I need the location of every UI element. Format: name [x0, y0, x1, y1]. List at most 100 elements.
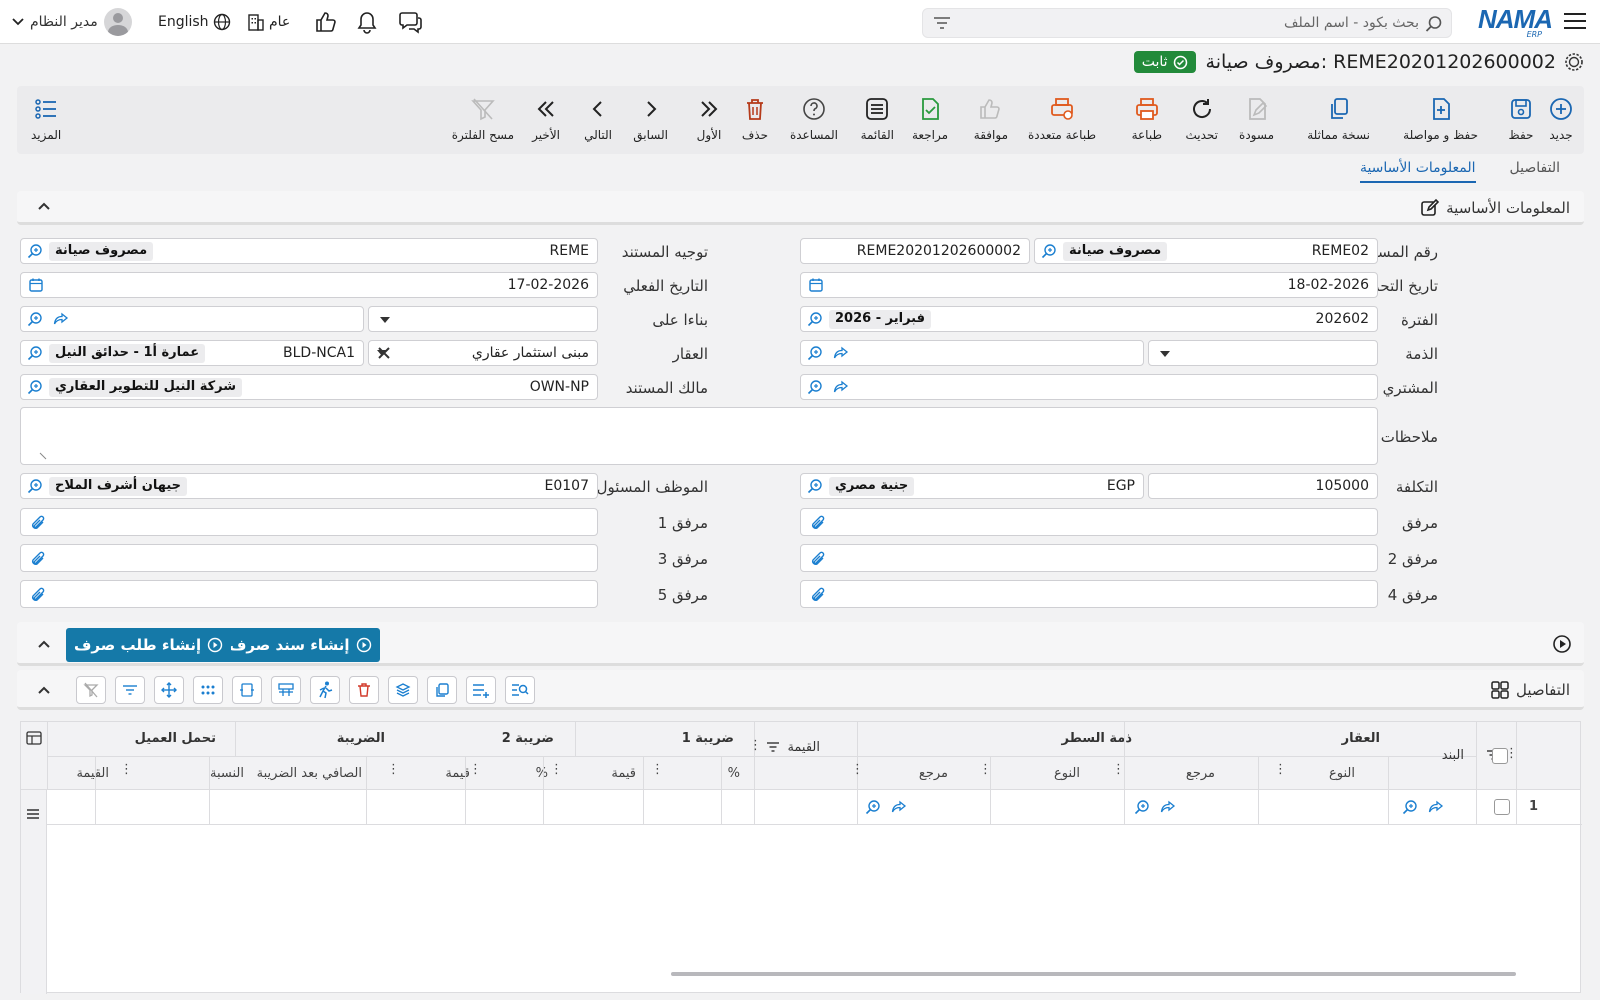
doc-number-field[interactable]: REME20201202600002 [800, 238, 1030, 264]
delete-row-icon[interactable] [349, 676, 379, 704]
save-continue-button[interactable]: حفظ و مواصلة [1403, 96, 1478, 142]
actual-date-field[interactable]: 17-02-2026 [20, 272, 598, 298]
account-field[interactable] [800, 340, 1144, 366]
language-selector[interactable]: English [158, 13, 231, 31]
column-menu-icon[interactable]: ⋮ [1274, 762, 1287, 777]
delete-button[interactable]: حذف [742, 96, 768, 142]
collapse-icon[interactable] [37, 639, 51, 649]
doc-type-field[interactable]: REME02 مصروف صيانة [1034, 238, 1378, 264]
column-menu-icon[interactable]: ⋮ [550, 762, 563, 777]
company-selector[interactable]: عام [247, 13, 290, 31]
print-button[interactable]: طباعة [1132, 96, 1162, 142]
edit-date-field[interactable]: 18-02-2026 [800, 272, 1378, 298]
menu-icon[interactable] [1564, 11, 1586, 31]
search-box[interactable] [922, 8, 1452, 38]
duplicate-button[interactable]: نسخة مماثلة [1307, 96, 1370, 142]
list-button[interactable]: القائمة [861, 96, 894, 142]
search-plus-icon[interactable] [1041, 243, 1057, 259]
clear-filter-button[interactable]: مسح الفلترة [452, 96, 514, 142]
attachment-5-field[interactable] [20, 580, 598, 608]
period-field[interactable]: 202602 2026 - فبراير [800, 306, 1378, 332]
search-plus-icon[interactable] [27, 478, 43, 494]
clear-filter-icon[interactable] [76, 676, 106, 704]
account-type-select[interactable] [1148, 340, 1378, 366]
last-button[interactable]: الأخير [532, 96, 560, 142]
resize-handle-icon[interactable] [39, 452, 47, 460]
share-arrow-icon[interactable] [1428, 800, 1444, 814]
draft-button[interactable]: مسودة [1239, 96, 1274, 142]
search-plus-icon[interactable] [27, 379, 43, 395]
search-plus-icon[interactable] [807, 311, 823, 327]
paperclip-icon[interactable] [29, 550, 47, 568]
employee-field[interactable]: E0107 جيهان أشرف الملاح [20, 473, 598, 499]
create-request-button[interactable]: إنشاء طلب صرف [66, 628, 232, 662]
approve-button[interactable]: موافقة [974, 96, 1008, 142]
table-insert-icon[interactable] [271, 676, 301, 704]
cost-field[interactable]: 105000 [1148, 473, 1378, 499]
user-menu[interactable]: مدير النظام [12, 8, 132, 36]
collapse-icon[interactable] [37, 201, 51, 211]
create-voucher-button[interactable]: إنشاء سند صرف [221, 628, 380, 662]
more-button[interactable]: المزيد [31, 96, 61, 142]
search-plus-icon[interactable] [1402, 799, 1418, 815]
table-row[interactable]: 1 [47, 790, 1582, 825]
filter-icon[interactable] [115, 676, 145, 704]
paperclip-icon[interactable] [29, 586, 47, 604]
save-button[interactable]: حفظ [1508, 96, 1534, 142]
share-arrow-icon[interactable] [833, 380, 849, 394]
share-arrow-icon[interactable] [891, 800, 907, 814]
run-icon[interactable] [310, 676, 340, 704]
filter-icon[interactable] [933, 16, 951, 30]
column-menu-icon[interactable]: ⋮ [651, 762, 664, 777]
share-arrow-icon[interactable] [53, 312, 69, 326]
column-menu-icon[interactable]: ⋮ [387, 762, 400, 777]
property-type-select[interactable]: مبنى استثمار عقاري [368, 340, 598, 366]
notes-textarea[interactable] [20, 407, 1378, 465]
search-plus-icon[interactable] [865, 799, 881, 815]
fit-columns-icon[interactable] [232, 676, 262, 704]
tab-basic-info[interactable]: المعلومات الأساسية [1359, 160, 1476, 183]
paperclip-icon[interactable] [809, 514, 827, 532]
search-plus-icon[interactable] [807, 379, 823, 395]
share-arrow-icon[interactable] [1160, 800, 1176, 814]
based-on-field[interactable] [20, 306, 364, 332]
horizontal-scrollbar[interactable] [671, 972, 1516, 976]
search-plus-icon[interactable] [27, 345, 43, 361]
buyer-field[interactable] [800, 374, 1378, 400]
help-button[interactable]: المساعدة [790, 96, 838, 142]
chat-icon[interactable] [398, 10, 422, 34]
column-chooser-icon[interactable] [26, 730, 42, 746]
copy-row-icon[interactable] [427, 676, 457, 704]
select-all-checkbox[interactable] [1492, 748, 1508, 764]
layers-icon[interactable] [388, 676, 418, 704]
property-field[interactable]: BLD-NCA1 عمارة أ1 - حدائق النيل [20, 340, 364, 366]
dots-grid-icon[interactable] [193, 676, 223, 704]
move-icon[interactable] [154, 676, 184, 704]
column-menu-icon[interactable]: ⋮ [469, 762, 482, 777]
based-on-type-select[interactable] [368, 306, 598, 332]
filter-icon[interactable] [766, 742, 780, 752]
refresh-button[interactable]: تحديث [1185, 96, 1218, 142]
previous-button[interactable]: السابق [633, 96, 668, 142]
collapse-icon[interactable] [37, 685, 51, 695]
search-plus-icon[interactable] [807, 345, 823, 361]
next-button[interactable]: التالي [584, 96, 612, 142]
share-arrow-icon[interactable] [833, 346, 849, 360]
add-row-icon[interactable] [466, 676, 496, 704]
search-input[interactable] [979, 13, 1419, 33]
column-menu-icon[interactable]: ⋮ [749, 738, 762, 753]
new-button[interactable]: جديد [1548, 96, 1574, 142]
attachment-2-field[interactable] [800, 544, 1378, 572]
first-button[interactable]: الأول [696, 96, 722, 142]
review-button[interactable]: مراجعة [912, 96, 948, 142]
tab-details[interactable]: التفاصيل [1510, 160, 1560, 183]
search-plus-icon[interactable] [1134, 799, 1150, 815]
direction-field[interactable]: REME مصروف صيانة [20, 238, 598, 264]
search-plus-icon[interactable] [807, 478, 823, 494]
attachment-4-field[interactable] [800, 580, 1378, 608]
column-menu-icon[interactable]: ⋮ [120, 762, 133, 777]
calendar-icon[interactable] [28, 277, 44, 293]
paperclip-icon[interactable] [29, 514, 47, 532]
bell-icon[interactable] [356, 10, 378, 34]
play-circle-icon[interactable] [1552, 634, 1572, 654]
